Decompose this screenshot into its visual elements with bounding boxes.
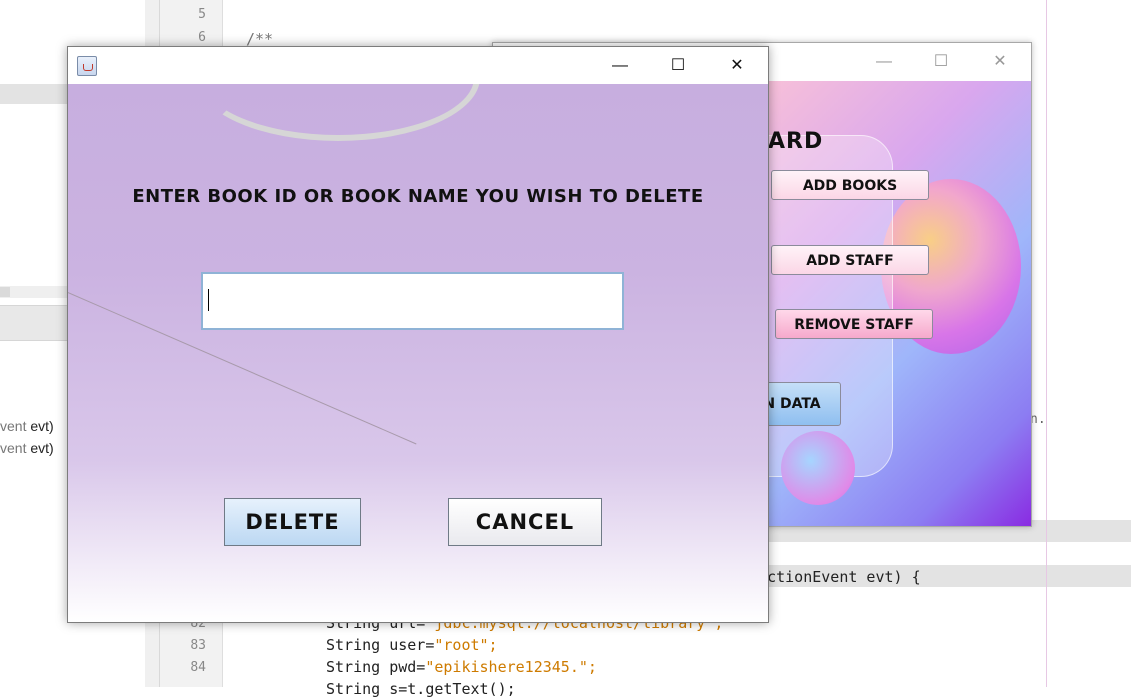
code-token: String user=: [326, 636, 435, 654]
maximize-icon[interactable]: ☐: [930, 51, 952, 73]
dialog-body: ENTER BOOK ID OR BOOK NAME YOU WISH TO D…: [68, 84, 768, 622]
code-fragment: n.: [1030, 412, 1046, 427]
decorative-cable: [196, 84, 480, 141]
editor-right-margin: [1046, 0, 1047, 687]
line-number: 83: [190, 638, 206, 653]
text-caret: [208, 289, 209, 311]
minimize-icon[interactable]: —: [873, 51, 895, 73]
navigator-item-param: evt): [26, 440, 54, 456]
line-number: 5: [198, 7, 206, 22]
navigator-item-type: vent: [0, 418, 27, 434]
remove-staff-button[interactable]: REMOVE STAFF: [775, 309, 933, 339]
navigator-item-type: vent: [0, 440, 27, 456]
delete-button[interactable]: DELETE: [224, 498, 361, 546]
close-icon[interactable]: ✕: [725, 55, 749, 77]
close-icon[interactable]: ✕: [989, 51, 1011, 73]
code-string: "epikishere12345.";: [425, 658, 597, 676]
delete-prompt-label: ENTER BOOK ID OR BOOK NAME YOU WISH TO D…: [132, 186, 704, 207]
ide-left-scroll-thumb[interactable]: [0, 287, 10, 297]
maximize-icon[interactable]: ☐: [666, 55, 690, 77]
minimize-icon[interactable]: —: [608, 55, 632, 77]
book-search-input[interactable]: [201, 272, 624, 330]
add-staff-button[interactable]: ADD STAFF: [771, 245, 929, 275]
cancel-button[interactable]: CANCEL: [448, 498, 602, 546]
code-line-partial: String s=t.getText();: [326, 680, 516, 698]
dialog-titlebar[interactable]: — ☐ ✕: [68, 47, 768, 84]
java-icon: [77, 56, 97, 76]
line-number: 84: [190, 660, 206, 675]
delete-book-dialog: — ☐ ✕ ENTER BOOK ID OR BOOK NAME YOU WIS…: [67, 46, 769, 623]
add-books-button[interactable]: ADD BOOKS: [771, 170, 929, 200]
code-token: String pwd=: [326, 658, 426, 676]
code-line-user: String user="root";: [326, 636, 498, 654]
dashboard-heading: ARD: [768, 129, 824, 154]
code-line-pwd: String pwd="epikishere12345.";: [326, 658, 597, 676]
decorative-orb-small: [781, 431, 855, 505]
line-number: 6: [198, 30, 206, 45]
navigator-item-param: evt): [26, 418, 54, 434]
code-string: "root";: [434, 636, 498, 654]
